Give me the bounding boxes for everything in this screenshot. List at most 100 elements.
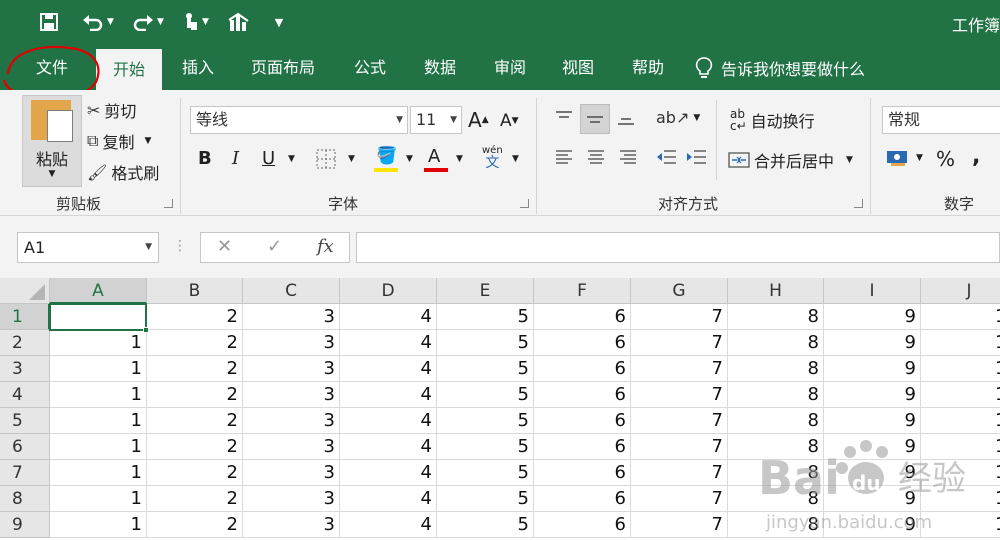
chevron-down-icon[interactable]: ▼ xyxy=(846,155,853,165)
align-right-icon[interactable] xyxy=(618,148,638,166)
chevron-down-icon[interactable]: ▼ xyxy=(396,107,403,133)
dialog-launcher-icon[interactable] xyxy=(520,199,529,208)
borders-button[interactable]: ▼ xyxy=(316,149,355,169)
align-bottom-icon[interactable] xyxy=(612,104,640,132)
cell[interactable]: 6 xyxy=(534,356,631,382)
chevron-down-icon[interactable]: ▼ xyxy=(916,153,923,163)
chevron-down-icon[interactable]: ▼ xyxy=(288,154,295,164)
row-header[interactable]: 4 xyxy=(0,382,50,408)
cell[interactable]: 9 xyxy=(824,460,921,486)
align-middle-icon[interactable] xyxy=(580,104,610,134)
enter-icon[interactable]: ✓ xyxy=(267,236,282,257)
bold-button[interactable]: B xyxy=(198,148,212,169)
cell[interactable]: 7 xyxy=(631,382,728,408)
align-left-icon[interactable] xyxy=(554,148,574,166)
customize-icon[interactable]: ▼ xyxy=(270,8,288,36)
cell[interactable]: 8 xyxy=(728,382,824,408)
cell[interactable]: 9 xyxy=(824,330,921,356)
column-header[interactable]: H xyxy=(728,278,824,304)
cell[interactable]: 4 xyxy=(340,460,437,486)
row-header[interactable]: 7 xyxy=(0,460,50,486)
cell[interactable]: 5 xyxy=(437,486,534,512)
cell[interactable]: 9 xyxy=(824,512,921,538)
cell[interactable]: 2 xyxy=(147,382,243,408)
cell[interactable]: 1 xyxy=(921,356,1000,382)
touch-mode-icon[interactable]: ▼ xyxy=(176,8,216,36)
cell[interactable]: 1 xyxy=(921,304,1000,330)
cell[interactable]: 6 xyxy=(534,512,631,538)
cell[interactable]: 8 xyxy=(728,356,824,382)
cell[interactable]: 7 xyxy=(631,460,728,486)
cell[interactable]: 1 xyxy=(50,460,147,486)
cell[interactable]: 7 xyxy=(631,356,728,382)
cell[interactable]: 1 xyxy=(921,460,1000,486)
chart-icon[interactable] xyxy=(226,8,252,36)
row-header[interactable]: 1 xyxy=(0,304,50,330)
chevron-down-icon[interactable]: ▼ xyxy=(107,17,114,27)
cell[interactable]: 2 xyxy=(147,460,243,486)
tab-insert[interactable]: 插入 xyxy=(166,45,230,90)
select-all-button[interactable] xyxy=(0,278,50,304)
chevron-down-icon[interactable]: ▼ xyxy=(23,169,81,179)
cell[interactable]: 2 xyxy=(147,408,243,434)
cell[interactable]: 8 xyxy=(728,304,824,330)
increase-font-icon[interactable]: A ▲ xyxy=(468,108,489,132)
chevron-down-icon[interactable]: ▼ xyxy=(348,154,355,164)
align-center-icon[interactable] xyxy=(586,148,606,166)
format-painter-button[interactable]: 🖌 格式刷 xyxy=(87,160,159,184)
cell[interactable]: 2 xyxy=(147,356,243,382)
dialog-launcher-icon[interactable] xyxy=(164,199,173,208)
accounting-format-button[interactable]: ▼ xyxy=(886,148,923,168)
column-header[interactable]: E xyxy=(437,278,534,304)
chevron-down-icon[interactable]: ▼ xyxy=(406,154,413,164)
cell[interactable]: 3 xyxy=(243,460,340,486)
cell[interactable]: 1 xyxy=(921,408,1000,434)
column-header[interactable]: B xyxy=(147,278,243,304)
cell[interactable]: 4 xyxy=(340,356,437,382)
cell[interactable]: 3 xyxy=(243,486,340,512)
chevron-down-icon[interactable]: ▼ xyxy=(512,154,519,164)
fill-color-button[interactable]: 🪣 ▼ xyxy=(374,146,413,172)
cell[interactable]: 2 xyxy=(147,486,243,512)
cell[interactable]: 9 xyxy=(824,356,921,382)
wrap-text-button[interactable]: ab c↵ 自动换行 xyxy=(730,108,815,132)
cell[interactable]: 2 xyxy=(147,512,243,538)
cell[interactable]: 3 xyxy=(243,512,340,538)
cell[interactable]: 5 xyxy=(437,408,534,434)
cell[interactable]: 4 xyxy=(340,304,437,330)
column-header[interactable]: I xyxy=(824,278,921,304)
cell[interactable]: 8 xyxy=(728,330,824,356)
tab-file[interactable]: 文件 xyxy=(18,45,86,90)
underline-button[interactable]: U xyxy=(262,148,275,169)
cell[interactable]: 4 xyxy=(340,382,437,408)
row-header[interactable]: 5 xyxy=(0,408,50,434)
cell[interactable]: 6 xyxy=(534,304,631,330)
cell[interactable]: 4 xyxy=(340,512,437,538)
cell[interactable]: 4 xyxy=(340,486,437,512)
merge-center-button[interactable]: 合并后居中 ▼ xyxy=(728,148,853,172)
cell[interactable]: 1 xyxy=(50,382,147,408)
cell[interactable]: 3 xyxy=(243,434,340,460)
cell[interactable]: 5 xyxy=(437,356,534,382)
decrease-font-icon[interactable]: A ▼ xyxy=(500,111,519,131)
row-header[interactable]: 3 xyxy=(0,356,50,382)
cell[interactable]: 6 xyxy=(534,434,631,460)
cell[interactable]: 3 xyxy=(243,330,340,356)
cell[interactable]: 1 xyxy=(921,382,1000,408)
row-header[interactable]: 2 xyxy=(0,330,50,356)
row-header[interactable]: 9 xyxy=(0,512,50,538)
column-header[interactable]: G xyxy=(631,278,728,304)
cell[interactable]: 6 xyxy=(534,330,631,356)
column-header[interactable]: C xyxy=(243,278,340,304)
cell[interactable]: 2 xyxy=(147,330,243,356)
cell[interactable]: 1 xyxy=(921,330,1000,356)
percent-button[interactable]: % xyxy=(936,147,955,171)
phonetic-guide-button[interactable]: wén 文 xyxy=(482,146,503,171)
row-header[interactable]: 6 xyxy=(0,434,50,460)
cell[interactable]: 8 xyxy=(728,434,824,460)
cell[interactable]: 7 xyxy=(631,330,728,356)
cell[interactable]: 7 xyxy=(631,434,728,460)
align-top-icon[interactable] xyxy=(550,104,578,132)
cell[interactable]: 5 xyxy=(437,330,534,356)
chevron-down-icon[interactable]: ▼ xyxy=(456,154,463,164)
